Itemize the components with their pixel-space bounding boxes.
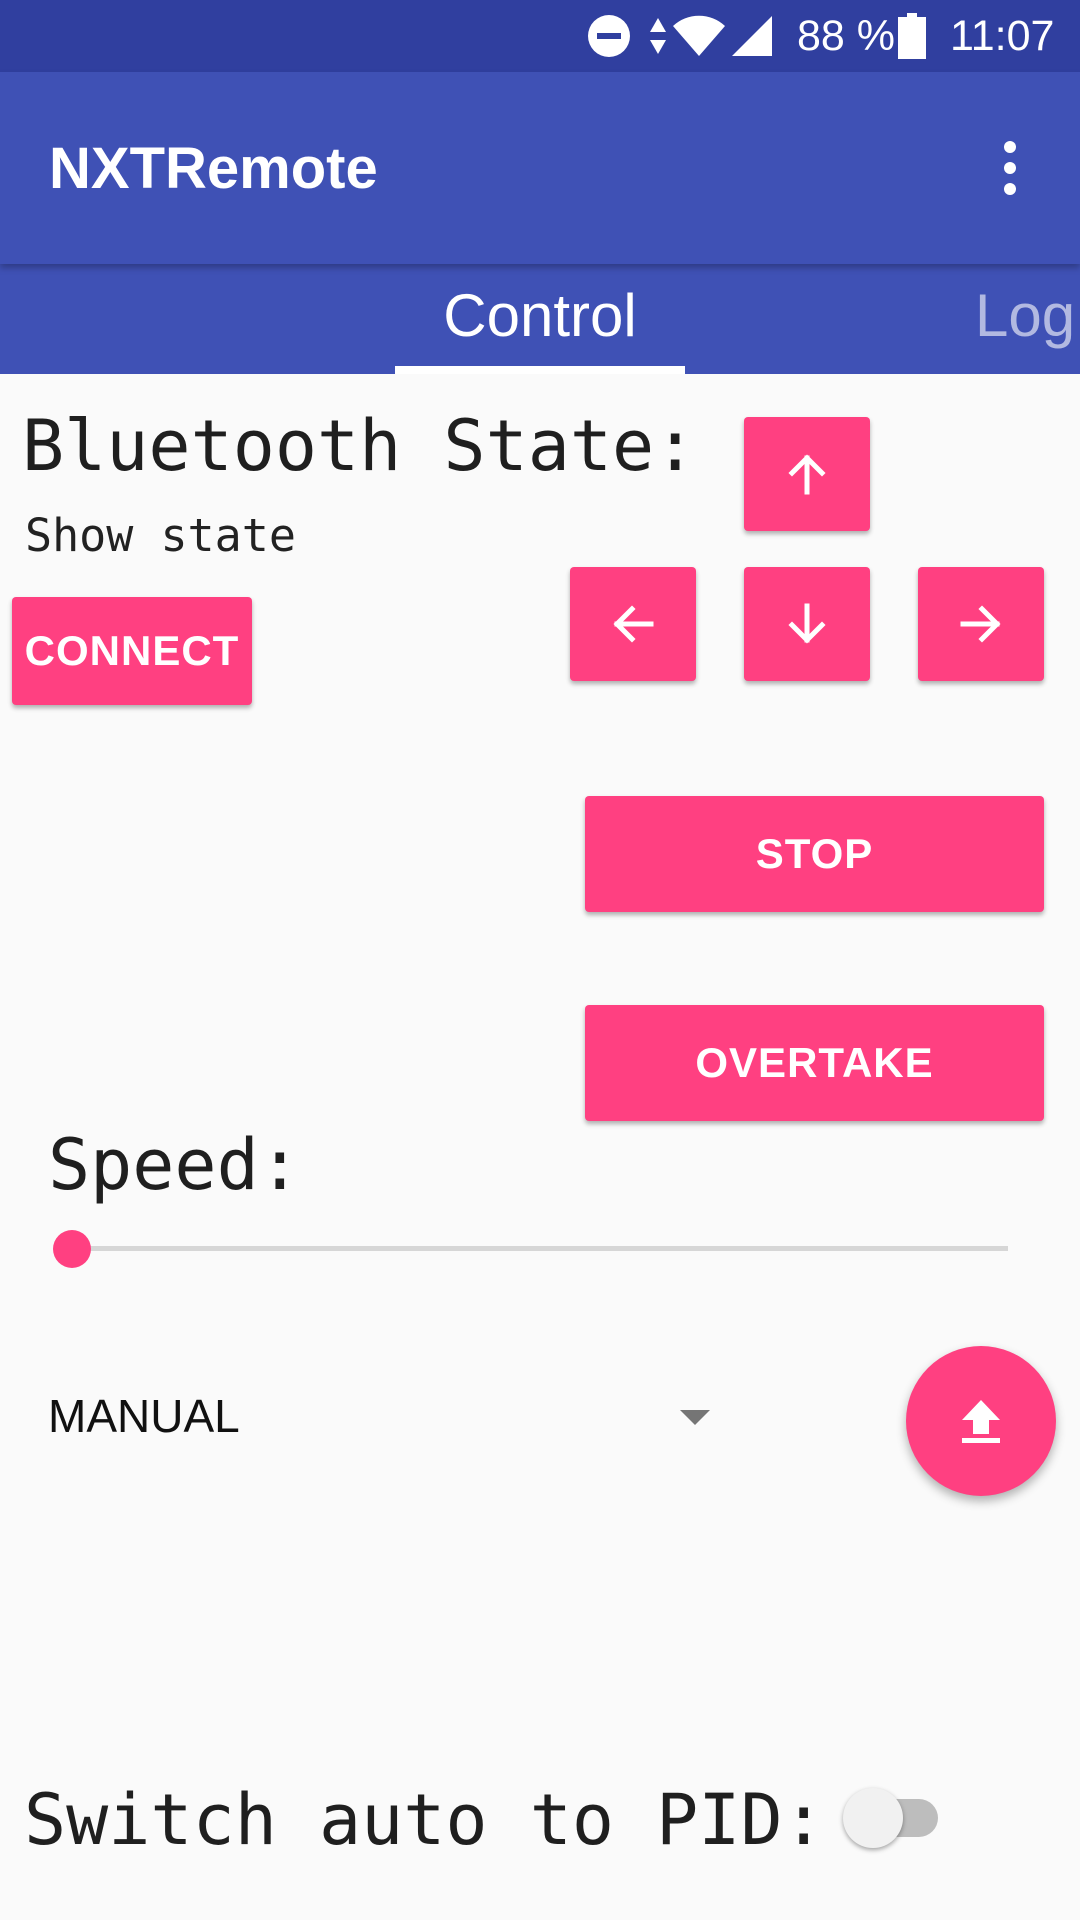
up-button[interactable] — [744, 417, 870, 531]
pid-switch-label: Switch auto to PID: — [24, 1779, 825, 1861]
app-bar: NXTRemote — [0, 72, 1080, 264]
tab-bar: Control Log — [0, 264, 1080, 374]
speed-label: Speed: — [48, 1124, 301, 1206]
tab-indicator — [395, 366, 685, 374]
upload-icon — [962, 1400, 1000, 1443]
tab-control[interactable]: Control — [395, 264, 685, 366]
connect-button[interactable]: CONNECT — [12, 597, 252, 705]
data-arrows-icon — [648, 0, 668, 72]
battery-percent: 88 % — [797, 11, 896, 60]
speed-slider-track[interactable] — [72, 1246, 1008, 1251]
clock: 11:07 — [950, 11, 1055, 60]
upload-fab[interactable] — [906, 1346, 1056, 1496]
dropdown-caret-icon — [680, 1410, 710, 1425]
overtake-button[interactable]: OVERTAKE — [585, 1005, 1044, 1121]
app-title: NXTRemote — [49, 135, 378, 201]
arrow-up-icon — [788, 454, 826, 495]
stop-button[interactable]: STOP — [585, 796, 1044, 912]
right-button[interactable] — [918, 567, 1044, 681]
speed-slider-thumb[interactable] — [53, 1230, 91, 1268]
battery-icon — [898, 0, 926, 72]
do-not-disturb-icon — [586, 0, 632, 72]
tab-log[interactable]: Log — [975, 264, 1080, 366]
arrow-down-icon — [788, 603, 826, 644]
pid-switch-thumb[interactable] — [843, 1788, 903, 1848]
overflow-menu-icon[interactable] — [970, 128, 1050, 208]
bluetooth-state-label: Bluetooth State: — [22, 405, 697, 487]
bluetooth-state-text: Show state — [25, 509, 296, 562]
cell-signal-icon — [730, 0, 774, 72]
wifi-icon — [672, 0, 726, 72]
mode-spinner[interactable]: MANUAL — [48, 1380, 728, 1452]
down-button[interactable] — [744, 567, 870, 681]
arrow-right-icon — [960, 605, 1001, 643]
arrow-left-icon — [613, 605, 654, 643]
left-button[interactable] — [570, 567, 696, 681]
mode-spinner-value: MANUAL — [48, 1390, 240, 1442]
status-bar: 88 % 11:07 — [0, 0, 1080, 72]
